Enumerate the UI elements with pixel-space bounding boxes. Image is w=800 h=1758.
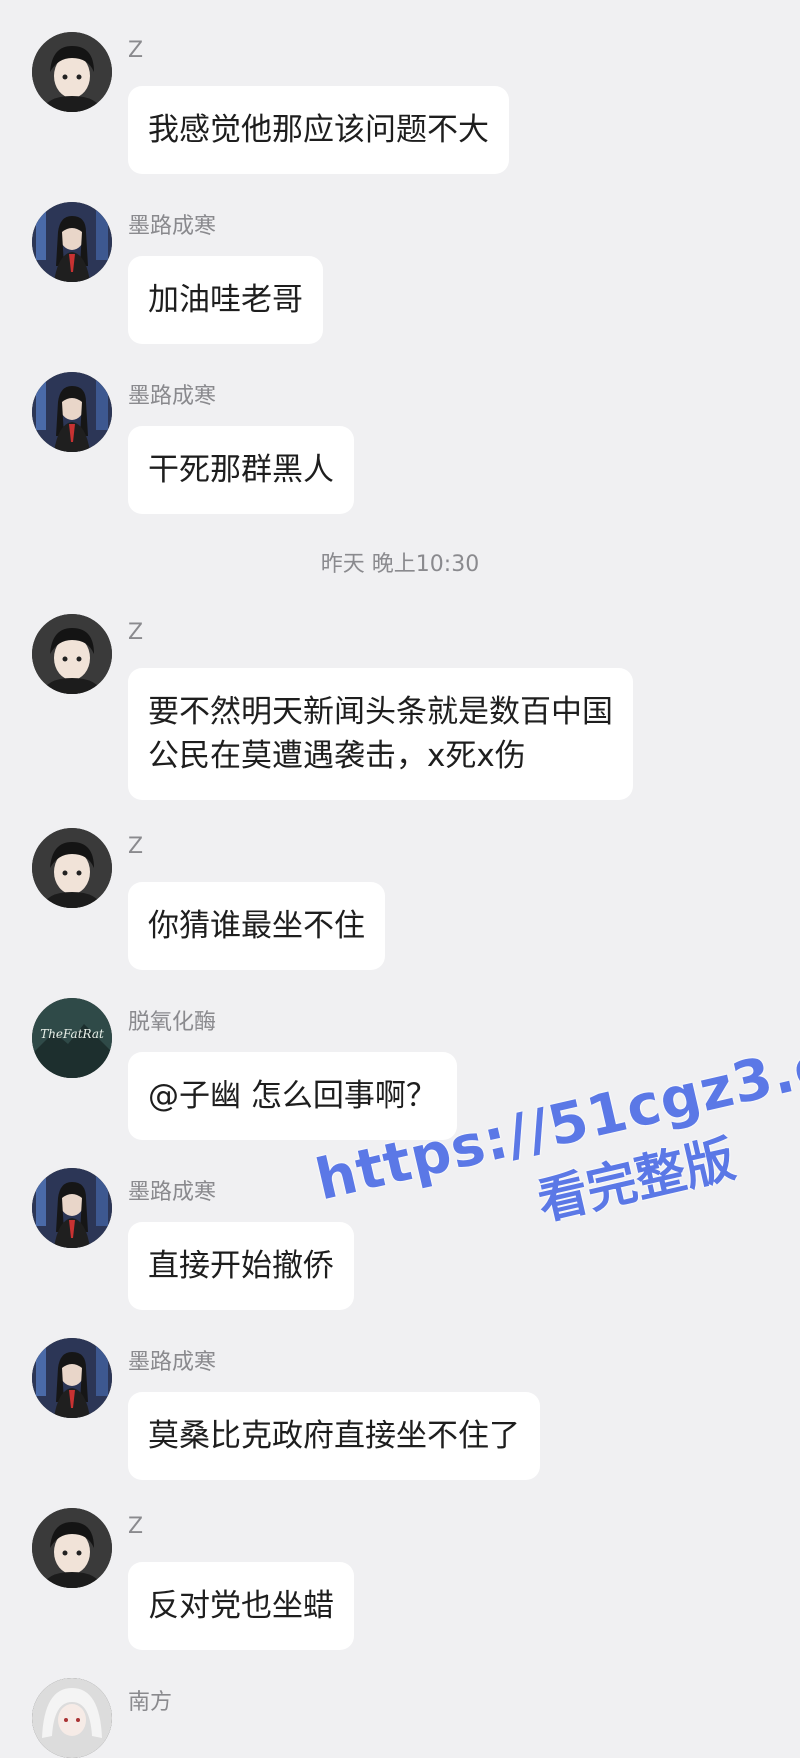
message-text: 我感觉他那应该问题不大 — [148, 112, 489, 148]
molu-avatar-icon — [32, 1168, 112, 1248]
sender-name: 南方 — [128, 1690, 173, 1715]
z-avatar-icon — [32, 614, 112, 694]
message-bubble[interactable]: 直接开始撤侨 — [128, 1222, 354, 1310]
message-text: 直接开始撤侨 — [148, 1248, 334, 1284]
sender-name: 墨路成寒 — [128, 1350, 217, 1375]
avatar[interactable] — [32, 372, 112, 452]
avatar[interactable] — [32, 32, 112, 112]
molu-avatar-icon — [32, 1338, 112, 1418]
sender-name: 墨路成寒 — [128, 1180, 217, 1205]
sender-name: Z — [128, 38, 144, 63]
avatar[interactable] — [32, 614, 112, 694]
message-text: 公民在莫遭遇袭击，x死x伤 — [148, 738, 526, 774]
nanfang-avatar-icon — [32, 1678, 112, 1758]
avatar-logo-text: TheFatRat — [40, 1027, 104, 1041]
message-text: 你猜谁最坐不住 — [148, 908, 365, 944]
avatar[interactable] — [32, 1168, 112, 1248]
message-bubble[interactable]: 你猜谁最坐不住 — [128, 882, 385, 970]
molu-avatar-icon — [32, 202, 112, 282]
sender-name: Z — [128, 1514, 144, 1539]
z-avatar-icon — [32, 828, 112, 908]
molu-avatar-icon — [32, 372, 112, 452]
message-text: @子幽 怎么回事啊？ — [148, 1078, 437, 1114]
sender-name: 墨路成寒 — [128, 214, 217, 239]
message-text: 要不然明天新闻头条就是数百中国 — [148, 694, 613, 730]
message-bubble[interactable]: 要不然明天新闻头条就是数百中国 公民在莫遭遇袭击，x死x伤 — [128, 668, 633, 800]
sender-name: 脱氧化酶 — [128, 1010, 217, 1035]
message-text: 反对党也坐蜡 — [148, 1588, 334, 1624]
message-bubble[interactable]: 我感觉他那应该问题不大 — [128, 86, 509, 174]
tuoyang-avatar-icon: TheFatRat — [32, 998, 112, 1078]
message-text: 加油哇老哥 — [148, 282, 303, 318]
sender-name: Z — [128, 620, 144, 645]
avatar[interactable] — [32, 1678, 112, 1758]
message-text: 莫桑比克政府直接坐不住了 — [148, 1418, 520, 1454]
avatar[interactable] — [32, 202, 112, 282]
watermark: https://51cgz3.com 看完整版 — [310, 1010, 800, 1282]
message-bubble[interactable]: 加油哇老哥 — [128, 256, 323, 344]
message-bubble[interactable]: @子幽 怎么回事啊？ — [128, 1052, 457, 1140]
sender-name: 墨路成寒 — [128, 384, 217, 409]
message-bubble[interactable]: 反对党也坐蜡 — [128, 1562, 354, 1650]
message-text: 干死那群黑人 — [148, 452, 334, 488]
z-avatar-icon — [32, 1508, 112, 1588]
timestamp-divider: 昨天 晚上10:30 — [320, 552, 480, 577]
avatar[interactable] — [32, 1338, 112, 1418]
message-bubble[interactable]: 干死那群黑人 — [128, 426, 354, 514]
z-avatar-icon — [32, 32, 112, 112]
avatar[interactable] — [32, 828, 112, 908]
avatar[interactable] — [32, 1508, 112, 1588]
avatar[interactable]: TheFatRat — [32, 998, 112, 1078]
message-bubble[interactable]: 莫桑比克政府直接坐不住了 — [128, 1392, 540, 1480]
sender-name: Z — [128, 834, 144, 859]
